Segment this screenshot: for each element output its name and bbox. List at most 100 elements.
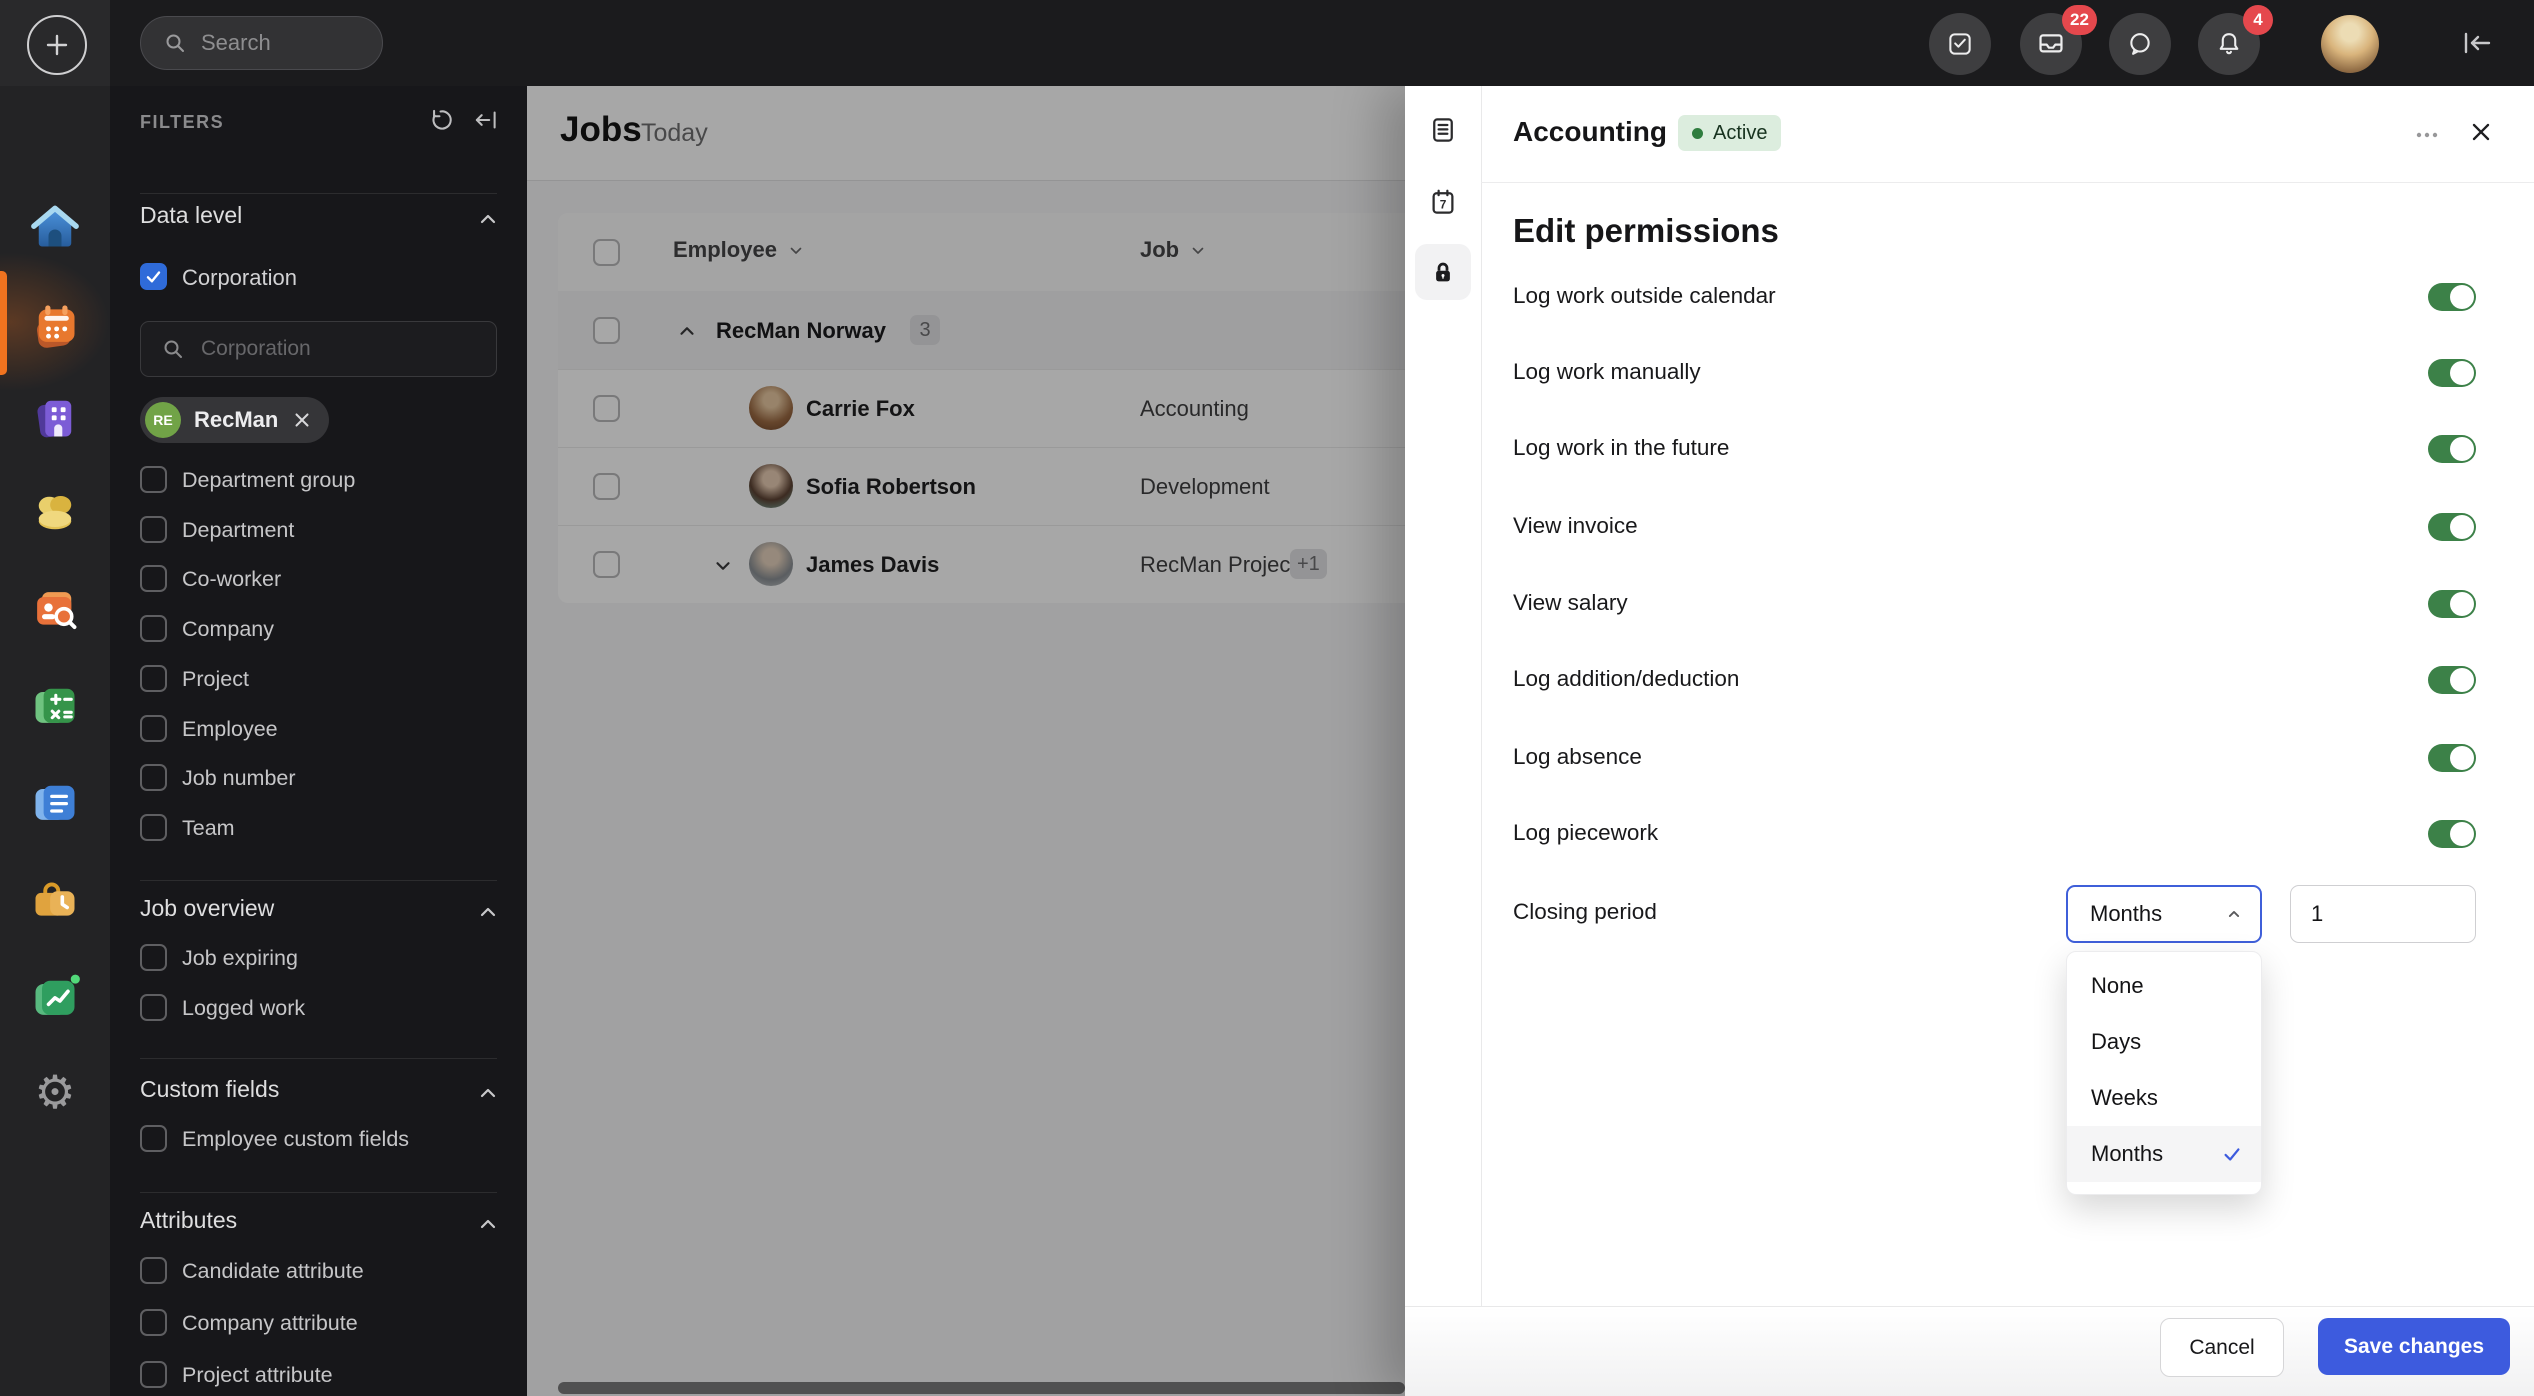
filter-item-label: Logged work bbox=[182, 996, 305, 1021]
toggle-log-work-in-the-future[interactable] bbox=[2428, 435, 2476, 463]
ellipsis-icon bbox=[2412, 120, 2442, 150]
closing-period-menu: None Days Weeks Months bbox=[2066, 951, 2262, 1195]
close-icon bbox=[2466, 117, 2496, 147]
sidebar-item-home[interactable] bbox=[29, 201, 81, 253]
permission-label: View salary bbox=[1513, 590, 1628, 616]
section-data-level: Data level bbox=[140, 202, 242, 229]
divider bbox=[1481, 182, 2534, 183]
checkbox-company[interactable] bbox=[140, 615, 167, 642]
toggle-view-invoice[interactable] bbox=[2428, 513, 2476, 541]
sidebar-item-company[interactable] bbox=[29, 391, 81, 443]
sidebar-item-reports[interactable] bbox=[29, 971, 81, 1023]
sidebar-item-documents[interactable] bbox=[29, 776, 81, 828]
messages-button[interactable] bbox=[2109, 13, 2171, 75]
section-job-overview: Job overview bbox=[140, 895, 274, 922]
filter-item-label: Job number bbox=[182, 766, 296, 791]
reset-icon bbox=[426, 106, 454, 134]
sidebar-item-schedule[interactable] bbox=[29, 298, 81, 350]
toggle-log-work-outside-calendar[interactable] bbox=[2428, 283, 2476, 311]
tasks-button[interactable] bbox=[1929, 13, 1991, 75]
search-icon bbox=[161, 337, 185, 361]
task-check-icon bbox=[1945, 29, 1975, 59]
collapse-section-data-level[interactable] bbox=[476, 207, 500, 236]
toggle-log-work-manually[interactable] bbox=[2428, 359, 2476, 387]
drawer-title: Accounting bbox=[1513, 116, 1667, 148]
checkbox-department[interactable] bbox=[140, 516, 167, 543]
chip-recman[interactable]: RE RecMan bbox=[140, 397, 329, 443]
sidebar-item-time-tracking[interactable] bbox=[29, 875, 81, 927]
reset-filters-button[interactable] bbox=[426, 106, 454, 139]
collapse-filters-button[interactable] bbox=[472, 106, 500, 139]
chevron-up-icon bbox=[476, 1212, 500, 1236]
closing-period-selected: Months bbox=[2090, 901, 2162, 927]
checkbox-project[interactable] bbox=[140, 665, 167, 692]
toggle-log-addition-deduction[interactable] bbox=[2428, 666, 2476, 694]
checkbox-corporation[interactable] bbox=[140, 263, 167, 290]
remove-chip-icon[interactable] bbox=[291, 409, 313, 431]
menu-option-none[interactable]: None bbox=[2067, 958, 2261, 1014]
more-options-button[interactable] bbox=[2412, 120, 2442, 155]
sidebar-item-candidate-search[interactable] bbox=[29, 584, 81, 636]
closing-period-value-field[interactable] bbox=[2290, 885, 2476, 943]
plus-icon bbox=[44, 32, 70, 58]
toggle-log-absence[interactable] bbox=[2428, 744, 2476, 772]
status-label: Active bbox=[1713, 122, 1767, 145]
sidebar-item-finance[interactable] bbox=[29, 487, 81, 539]
checkbox-employee[interactable] bbox=[140, 715, 167, 742]
closing-period-select[interactable]: Months bbox=[2066, 885, 2262, 943]
checkbox-candidate-attribute[interactable] bbox=[140, 1257, 167, 1284]
corporation-search-input[interactable] bbox=[199, 336, 453, 362]
checkbox-team[interactable] bbox=[140, 814, 167, 841]
drawer-tab-schedule[interactable]: 7 bbox=[1415, 174, 1471, 230]
checkbox-logged-work[interactable] bbox=[140, 994, 167, 1021]
user-avatar[interactable] bbox=[2321, 15, 2379, 73]
check-icon bbox=[144, 267, 163, 286]
section-attributes: Attributes bbox=[140, 1207, 237, 1234]
sidebar-item-settings[interactable]: ⚙ bbox=[29, 1066, 81, 1118]
chevron-up-icon bbox=[476, 1081, 500, 1105]
chip-avatar: RE bbox=[145, 402, 181, 438]
checkbox-project-attribute[interactable] bbox=[140, 1361, 167, 1388]
drawer-tab-permissions[interactable] bbox=[1415, 244, 1471, 300]
closing-period-value-input[interactable] bbox=[2291, 886, 2475, 942]
briefcase-clock-icon bbox=[29, 875, 81, 927]
checkbox-job-expiring[interactable] bbox=[140, 944, 167, 971]
collapse-section-custom-fields[interactable] bbox=[476, 1081, 500, 1110]
checkbox-department-group[interactable] bbox=[140, 466, 167, 493]
checkbox-job-number[interactable] bbox=[140, 764, 167, 791]
checkbox-company-attribute[interactable] bbox=[140, 1309, 167, 1336]
selected-check-icon bbox=[2221, 1143, 2243, 1165]
modal-dim-overlay[interactable] bbox=[527, 86, 1405, 1396]
permission-label: Log addition/deduction bbox=[1513, 666, 1739, 692]
divider bbox=[140, 193, 497, 194]
create-button[interactable] bbox=[27, 15, 87, 75]
filter-item-label: Employee bbox=[182, 717, 278, 742]
toggle-log-piecework[interactable] bbox=[2428, 820, 2476, 848]
filter-item-label: Department group bbox=[182, 468, 355, 493]
checkbox-employee-custom-fields[interactable] bbox=[140, 1125, 167, 1152]
global-search-input[interactable] bbox=[199, 29, 353, 57]
cancel-button[interactable]: Cancel bbox=[2160, 1318, 2284, 1377]
filter-item-label: Candidate attribute bbox=[182, 1259, 364, 1284]
close-drawer-button[interactable] bbox=[2466, 117, 2496, 152]
collapse-topbar-button[interactable] bbox=[2458, 25, 2496, 66]
permission-label: Log work manually bbox=[1513, 359, 1701, 385]
filter-item-label: Company attribute bbox=[182, 1311, 358, 1336]
collapse-section-job-overview[interactable] bbox=[476, 900, 500, 929]
save-changes-button[interactable]: Save changes bbox=[2318, 1318, 2510, 1375]
collapse-panel-icon bbox=[472, 106, 500, 134]
filter-item-label: Co-worker bbox=[182, 567, 281, 592]
menu-option-weeks[interactable]: Weeks bbox=[2067, 1070, 2261, 1126]
drawer-tab-details[interactable] bbox=[1415, 102, 1471, 158]
menu-option-days[interactable]: Days bbox=[2067, 1014, 2261, 1070]
menu-option-months[interactable]: Months bbox=[2067, 1126, 2261, 1182]
search-icon bbox=[163, 31, 187, 55]
sidebar-item-accounting-app[interactable] bbox=[29, 679, 81, 731]
global-search[interactable] bbox=[140, 16, 383, 70]
collapse-section-attributes[interactable] bbox=[476, 1212, 500, 1241]
activity-chart-icon bbox=[29, 971, 81, 1023]
toggle-view-salary[interactable] bbox=[2428, 590, 2476, 618]
checkbox-co-worker[interactable] bbox=[140, 565, 167, 592]
filter-item-label: Job expiring bbox=[182, 946, 298, 971]
corporation-search[interactable] bbox=[140, 321, 497, 377]
